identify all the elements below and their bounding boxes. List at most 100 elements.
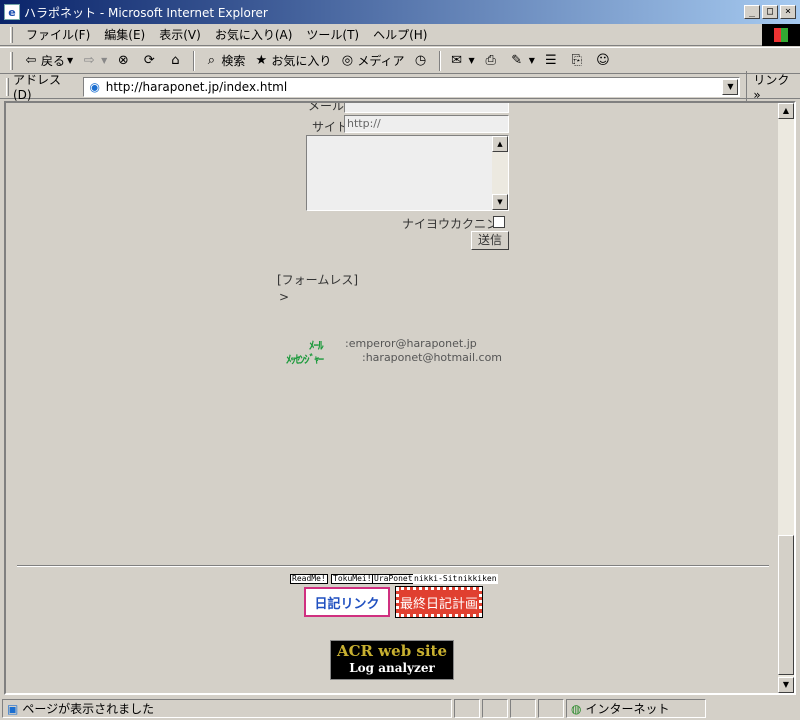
formless-link[interactable]: [フォームレス] <box>277 271 358 288</box>
edit-dropdown-icon[interactable]: ▼ <box>529 56 535 65</box>
textarea-scroll-down-icon[interactable]: ▼ <box>492 194 508 210</box>
window-title: ハラポネット - Microsoft Internet Explorer <box>24 5 268 20</box>
links-button[interactable]: リンク » <box>746 71 800 102</box>
menu-help[interactable]: ヘルプ(H) <box>366 26 434 43</box>
textarea-scrollbar[interactable]: ▲ ▼ <box>492 136 508 210</box>
acr-banner-title: ACR web site <box>336 642 448 660</box>
address-bar: アドレス(D) ◉ http://haraponet.jp/index.html… <box>0 71 800 102</box>
status-bar: ▣ ページが表示されました ◍ インターネット <box>0 697 800 720</box>
address-grip[interactable] <box>6 77 9 96</box>
address-url[interactable]: http://haraponet.jp/index.html <box>106 80 723 94</box>
forward-dropdown-icon[interactable]: ▼ <box>101 56 107 65</box>
title-bar: e ハラポネット - Microsoft Internet Explorer _… <box>0 0 800 24</box>
window-controls: _ □ × <box>744 5 796 19</box>
mail-field[interactable] <box>344 103 509 113</box>
submit-button[interactable]: 送信 <box>471 231 509 250</box>
comment-textarea[interactable]: ▲ ▼ <box>306 135 509 211</box>
links-label: リンク <box>753 73 790 87</box>
menu-edit[interactable]: 編集(E) <box>97 26 152 43</box>
scroll-thumb[interactable] <box>778 535 794 675</box>
nikkiken-badge[interactable]: nikkiken <box>457 574 498 584</box>
address-label: アドレス(D) <box>12 73 61 102</box>
search-label: 検索 <box>221 54 246 68</box>
status-cell-3 <box>510 699 536 718</box>
menu-bar: ファイル(F) 編集(E) 表示(V) お気に入り(A) ツール(T) ヘルプ(… <box>0 23 800 46</box>
print-button[interactable]: ⎙ <box>479 50 505 72</box>
globe-icon: ◍ <box>571 701 582 716</box>
menu-view[interactable]: 表示(V) <box>152 26 208 43</box>
status-zone: インターネット <box>585 702 670 716</box>
scroll-up-icon[interactable]: ▲ <box>778 103 794 119</box>
standard-toolbar: ⇦ 戻る ▼ ⇨ ▼ ⊗ ⟳ ⌂ ⌕ 検索 ★ お気に入り ◎ メディア ◷ ✉… <box>0 47 800 74</box>
status-cell-1 <box>454 699 480 718</box>
prompt-text: > <box>279 290 290 304</box>
status-message: ページが表示されました <box>22 702 155 716</box>
messenger-button[interactable]: ☺ <box>591 50 617 72</box>
menu-grip[interactable] <box>10 26 13 43</box>
back-label: 戻る <box>41 54 66 68</box>
page-viewport: メール サイト http:// ▲ ▼ ナイヨウカクニン 送信 [フォームレス]… <box>4 101 796 695</box>
status-cell-2 <box>482 699 508 718</box>
media-icon: ◎ <box>341 53 354 68</box>
nikki-link-banner-text: 日記リンク <box>314 596 380 612</box>
back-arrow-icon: ⇦ <box>25 53 37 68</box>
nikki-link-banner[interactable]: 日記リンク <box>304 587 390 617</box>
page-content: メール サイト http:// ▲ ▼ ナイヨウカクニン 送信 [フォームレス]… <box>6 103 778 693</box>
mail-field-label: メール <box>308 101 345 113</box>
messenger-contact-value[interactable]: :haraponet@hotmail.com <box>362 351 502 364</box>
refresh-button[interactable]: ⟳ <box>137 50 163 72</box>
favorites-button[interactable]: ★ お気に入り <box>249 50 335 72</box>
scroll-down-icon[interactable]: ▼ <box>778 677 794 693</box>
forward-arrow-icon: ⇨ <box>83 53 95 68</box>
favorites-label: お気に入り <box>271 54 332 68</box>
textarea-scroll-up-icon[interactable]: ▲ <box>492 136 508 152</box>
address-input[interactable]: ◉ http://haraponet.jp/index.html ▼ <box>82 76 741 97</box>
last-nikki-banner-text: 最終日記計画 <box>399 596 478 612</box>
mail-button[interactable]: ✉ ▼ <box>445 50 479 72</box>
acr-banner-subtitle: Log analyzer <box>349 661 435 675</box>
refresh-icon: ⟳ <box>143 53 155 68</box>
menu-tools[interactable]: ツール(T) <box>299 26 366 43</box>
mail-contact-value[interactable]: :emperor@haraponet.jp <box>345 337 477 350</box>
tokumei-badge[interactable]: TokuMei! <box>331 574 374 584</box>
research-icon: ⎘ <box>571 53 583 68</box>
back-dropdown-icon[interactable]: ▼ <box>67 56 73 65</box>
vertical-scrollbar[interactable]: ▲ ▼ <box>778 103 794 693</box>
status-zone-cell: ◍ インターネット <box>566 699 706 718</box>
history-button[interactable]: ◷ <box>409 50 435 72</box>
status-cell-4 <box>538 699 564 718</box>
confirm-label: ナイヨウカクニン <box>402 217 499 231</box>
print-icon: ⎙ <box>485 53 496 68</box>
forward-button[interactable]: ⇨ ▼ <box>77 50 111 72</box>
discuss-button[interactable]: ☰ <box>539 50 565 72</box>
status-page-icon: ▣ <box>7 701 19 716</box>
toolbar-grip[interactable] <box>10 51 13 70</box>
close-button[interactable]: × <box>780 5 796 19</box>
last-nikki-banner[interactable]: 最終日記計画 <box>395 586 483 618</box>
maximize-button[interactable]: □ <box>762 5 778 19</box>
home-icon: ⌂ <box>171 53 180 68</box>
readme-badge[interactable]: ReadMe! <box>290 574 328 584</box>
home-button[interactable]: ⌂ <box>163 50 189 72</box>
nikki-site-badge[interactable]: nikki-Site <box>413 574 464 584</box>
stop-button[interactable]: ⊗ <box>111 50 137 72</box>
media-button[interactable]: ◎ メディア <box>335 50 408 72</box>
menu-file[interactable]: ファイル(F) <box>19 26 97 43</box>
page-icon: ◉ <box>89 79 100 94</box>
stop-icon: ⊗ <box>117 53 129 68</box>
minimize-button[interactable]: _ <box>744 5 760 19</box>
messenger-icon: ☺ <box>596 53 610 68</box>
search-button[interactable]: ⌕ 検索 <box>199 50 249 72</box>
menu-favorites[interactable]: お気に入り(A) <box>208 26 300 43</box>
site-field[interactable]: http:// <box>344 115 509 133</box>
mail-dropdown-icon[interactable]: ▼ <box>469 56 475 65</box>
research-button[interactable]: ⎘ <box>565 50 591 72</box>
edit-button[interactable]: ✎ ▼ <box>505 50 539 72</box>
uraponet-badge[interactable]: UraPonet <box>372 574 415 584</box>
back-button[interactable]: ⇦ 戻る ▼ <box>19 50 77 72</box>
confirm-checkbox[interactable] <box>493 216 505 228</box>
mail-icon: ✉ <box>451 53 462 68</box>
acr-log-analyzer-banner[interactable]: ACR web site Log analyzer <box>330 640 454 680</box>
address-dropdown-icon[interactable]: ▼ <box>722 78 739 95</box>
discuss-icon: ☰ <box>545 53 557 68</box>
